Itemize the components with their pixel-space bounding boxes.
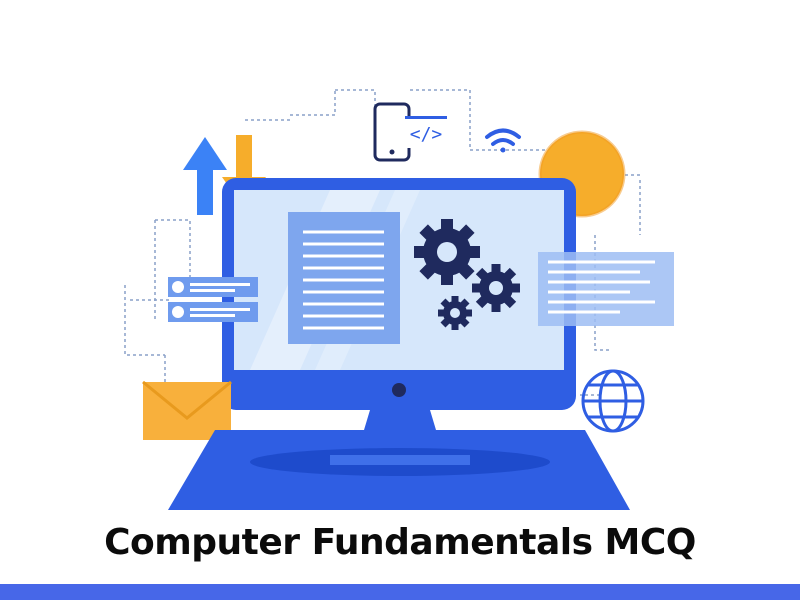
- smartphone-icon: [373, 102, 411, 162]
- laptop-base-icon: [168, 430, 630, 510]
- bottom-accent-bar: [0, 584, 800, 600]
- computer-illustration: </>: [124, 89, 674, 510]
- page-title: Computer Fundamentals MCQ: [104, 522, 696, 563]
- wifi-icon: [485, 128, 521, 153]
- code-symbol-text: </>: [410, 124, 443, 145]
- code-icon: </>: [405, 116, 447, 148]
- globe-icon: [581, 369, 645, 433]
- upload-arrow-icon: [183, 137, 227, 215]
- document-icon: [288, 212, 400, 344]
- text-panel: [538, 252, 674, 326]
